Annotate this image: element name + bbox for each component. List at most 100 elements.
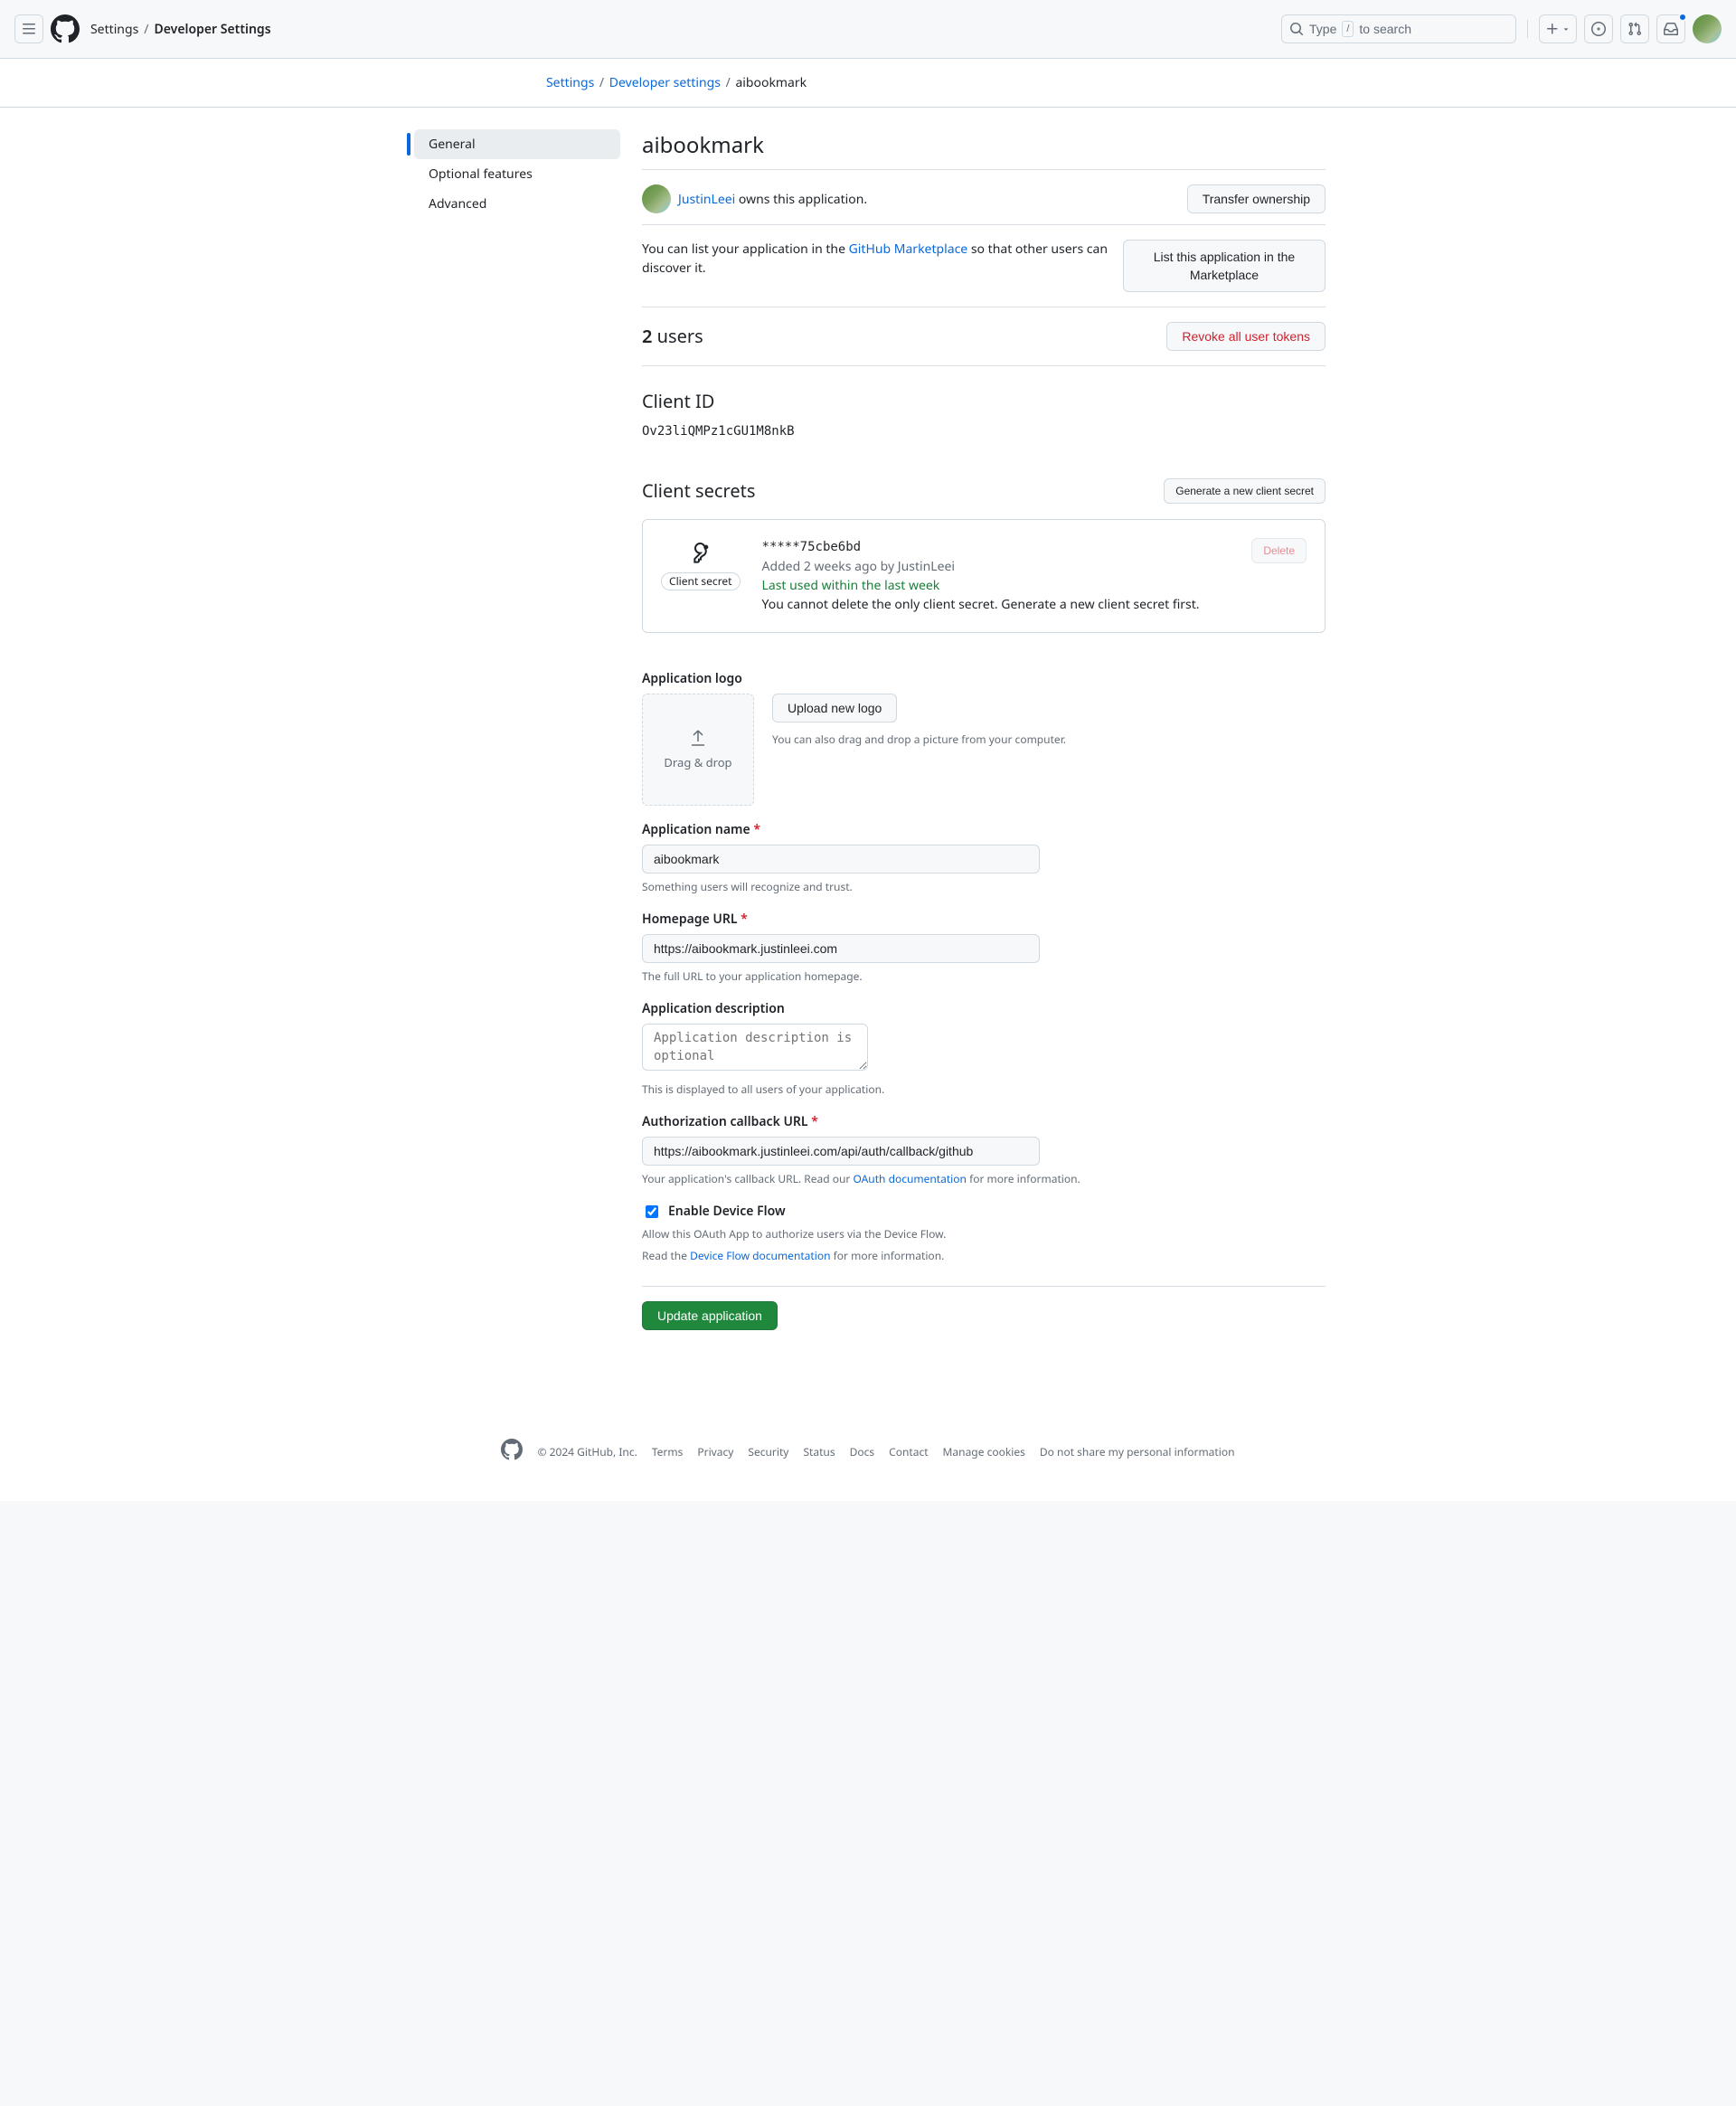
breadcrumb-dev-settings[interactable]: Developer Settings [155, 20, 271, 39]
three-bars-icon [22, 22, 36, 36]
upload-logo-button[interactable]: Upload new logo [772, 694, 897, 722]
upload-note: You can also drag and drop a picture fro… [772, 732, 1066, 748]
inbox-icon [1664, 22, 1678, 36]
users-label: users [652, 324, 703, 348]
client-id-value: Ov23liQMPz1cGU1M8nkB [642, 422, 1326, 441]
device-flow-note2: Read the Device Flow documentation for m… [642, 1248, 1326, 1264]
secret-cannot-delete: You cannot delete the only client secret… [762, 595, 1231, 614]
device-flow-label[interactable]: Enable Device Flow [668, 1202, 786, 1221]
logo-heading: Application logo [642, 669, 1326, 688]
key-icon [686, 538, 715, 567]
footer-link-security[interactable]: Security [748, 1444, 788, 1460]
marketplace-section: You can list your application in the Git… [642, 225, 1326, 307]
footer-link-do-not-share[interactable]: Do not share my personal information [1040, 1444, 1235, 1460]
client-secret-badge: Client secret [661, 572, 741, 590]
owner-text: JustinLeei owns this application. [678, 190, 867, 209]
owner-avatar [642, 184, 671, 213]
owner-section: JustinLeei owns this application. Transf… [642, 174, 1326, 225]
breadcrumb-settings[interactable]: Settings [90, 20, 138, 39]
app-name-label: Application name * [642, 820, 1326, 839]
header-breadcrumb: Settings / Developer Settings [90, 20, 271, 39]
callback-label: Authorization callback URL * [642, 1112, 1326, 1131]
device-flow-note1: Allow this OAuth App to authorize users … [642, 1226, 1326, 1242]
create-new-button[interactable] [1539, 14, 1577, 43]
breadcrumb-separator: / [599, 74, 604, 91]
sidebar-item-general[interactable]: General [414, 129, 620, 159]
secret-added: Added 2 weeks ago by JustinLeei [762, 557, 1231, 576]
revoke-tokens-button[interactable]: Revoke all user tokens [1166, 322, 1326, 351]
page-title: aibookmark [642, 129, 1326, 170]
sidebar-item-advanced[interactable]: Advanced [414, 189, 620, 219]
github-logo[interactable] [51, 14, 80, 43]
footer-link-terms[interactable]: Terms [652, 1444, 684, 1460]
breadcrumb-separator: / [726, 74, 731, 91]
search-placeholder-prefix: Type [1309, 22, 1336, 36]
main-content: aibookmark JustinLeei owns this applicat… [620, 129, 1326, 1330]
issue-opened-icon [1591, 22, 1606, 36]
homepage-label: Homepage URL * [642, 910, 1326, 929]
owner-suffix: owns this application. [735, 191, 867, 208]
app-header: Settings / Developer Settings Type / to … [0, 0, 1736, 59]
search-icon [1289, 22, 1304, 36]
logo-drop-zone[interactable]: Drag & drop [642, 694, 754, 806]
search-input[interactable]: Type / to search [1281, 14, 1516, 43]
marketplace-pre: You can list your application in the [642, 241, 849, 258]
subheader: Settings / Developer settings / aibookma… [0, 59, 1736, 108]
desc-textarea[interactable] [642, 1024, 868, 1071]
homepage-input[interactable] [642, 934, 1040, 963]
callback-note: Your application's callback URL. Read ou… [642, 1171, 1326, 1187]
list-marketplace-button[interactable]: List this application in the Marketplace [1123, 240, 1326, 292]
search-slash-key: / [1342, 21, 1354, 37]
user-avatar-button[interactable] [1693, 14, 1722, 43]
secret-hash: *****75cbe6bd [762, 538, 1231, 557]
footer-link-status[interactable]: Status [803, 1444, 835, 1460]
device-flow-doc-link[interactable]: Device Flow documentation [690, 1248, 830, 1263]
form-divider [642, 1286, 1326, 1287]
notification-indicator [1678, 13, 1687, 22]
footer: © 2024 GitHub, Inc. Terms Privacy Securi… [410, 1402, 1326, 1501]
pull-requests-button[interactable] [1620, 14, 1649, 43]
breadcrumb-link-dev-settings[interactable]: Developer settings [609, 74, 721, 91]
issues-button[interactable] [1584, 14, 1613, 43]
client-id-heading: Client ID [642, 388, 1326, 415]
sidebar: General Optional features Advanced [410, 129, 620, 1330]
callback-input[interactable] [642, 1137, 1040, 1166]
header-divider [1527, 20, 1528, 38]
homepage-note: The full URL to your application homepag… [642, 968, 1326, 985]
breadcrumb-separator: / [144, 20, 148, 39]
generate-secret-button[interactable]: Generate a new client secret [1164, 478, 1326, 504]
client-secrets-heading: Client secrets [642, 477, 755, 505]
menu-button[interactable] [14, 14, 43, 43]
app-name-input[interactable] [642, 845, 1040, 874]
sidebar-item-optional-features[interactable]: Optional features [414, 159, 620, 189]
marketplace-text: You can list your application in the Git… [642, 240, 1109, 278]
breadcrumb-current: aibookmark [735, 74, 807, 91]
footer-link-cookies[interactable]: Manage cookies [943, 1444, 1025, 1460]
marketplace-link[interactable]: GitHub Marketplace [849, 241, 968, 258]
secret-last-used: Last used within the last week [762, 576, 1231, 595]
breadcrumb-link-settings[interactable]: Settings [546, 74, 594, 91]
github-footer-icon[interactable] [501, 1439, 523, 1465]
client-secret-item: Client secret *****75cbe6bd Added 2 week… [642, 519, 1326, 633]
desc-label: Application description [642, 999, 1326, 1018]
device-flow-checkbox[interactable] [646, 1205, 658, 1218]
oauth-doc-link[interactable]: OAuth documentation [853, 1171, 966, 1186]
delete-secret-button[interactable]: Delete [1251, 538, 1307, 563]
desc-note: This is displayed to all users of your a… [642, 1081, 1326, 1098]
footer-link-privacy[interactable]: Privacy [697, 1444, 733, 1460]
footer-copyright: © 2024 GitHub, Inc. [537, 1444, 637, 1460]
footer-link-contact[interactable]: Contact [889, 1444, 928, 1460]
users-section: 2 users Revoke all user tokens [642, 307, 1326, 366]
triangle-down-icon [1561, 24, 1571, 33]
git-pull-request-icon [1628, 22, 1642, 36]
users-heading: 2 users [642, 323, 703, 350]
page-breadcrumb: Settings / Developer settings / aibookma… [546, 73, 1311, 92]
owner-link[interactable]: JustinLeei [678, 191, 735, 208]
search-placeholder-suffix: to search [1359, 22, 1411, 36]
footer-link-docs[interactable]: Docs [850, 1444, 875, 1460]
app-name-note: Something users will recognize and trust… [642, 879, 1326, 895]
update-application-button[interactable]: Update application [642, 1301, 778, 1330]
drop-zone-label: Drag & drop [664, 754, 731, 772]
secret-added-by: JustinLeei [898, 558, 955, 575]
transfer-ownership-button[interactable]: Transfer ownership [1187, 184, 1326, 213]
